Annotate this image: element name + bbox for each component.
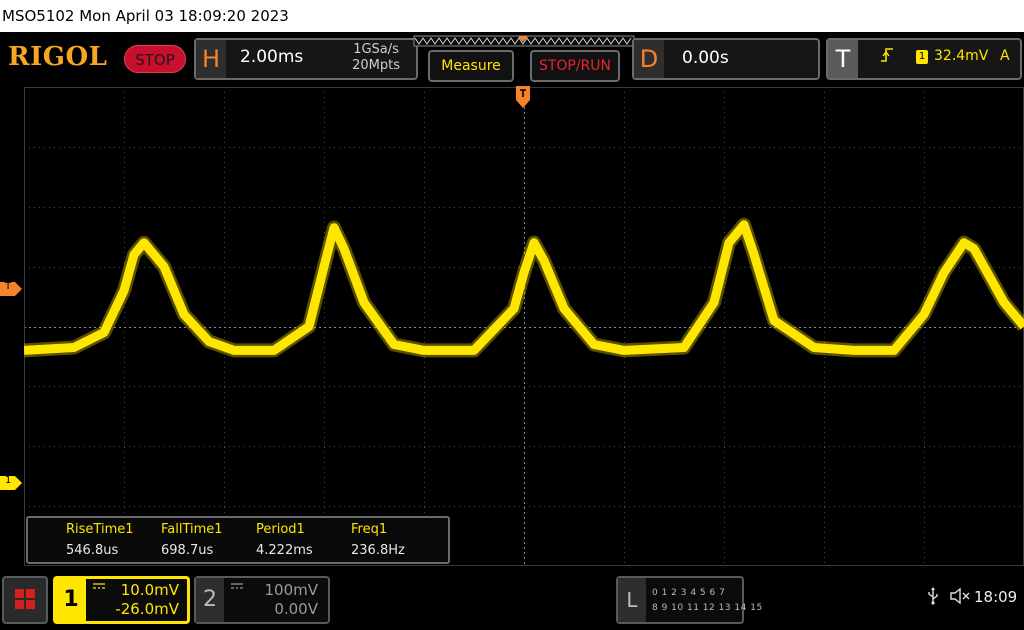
channel2-scale: 100mV [264, 581, 318, 599]
trigger-letter: T [828, 40, 858, 78]
dc-coupling-icon [93, 583, 105, 589]
digital-channels-row-2: 8 9 10 11 12 13 14 15 [652, 603, 763, 613]
channel1-number: 1 [56, 579, 86, 621]
run-status-badge[interactable]: STOP [124, 45, 186, 73]
trigger-source: 1 [916, 50, 928, 64]
measurement-item: RiseTime1 546.8us [66, 522, 134, 558]
measurement-item: Freq1 236.8Hz [351, 522, 405, 558]
trigger-mode: A [1000, 48, 1010, 64]
measurement-name: RiseTime1 [66, 522, 134, 537]
horizontal-letter: H [196, 40, 226, 78]
waveform-chart [24, 87, 1024, 566]
acquisition-info: 1GSa/s 20Mpts [352, 42, 400, 74]
measurement-item: Period1 4.222ms [256, 522, 313, 558]
rising-edge-icon [881, 48, 893, 62]
graticule [24, 87, 1024, 566]
channel2-number: 2 [196, 578, 224, 622]
delay-letter: D [634, 40, 664, 78]
measurement-name: Period1 [256, 522, 305, 537]
stop-run-button[interactable]: STOP/RUN [530, 50, 620, 82]
trigger-level: 32.4mV [934, 48, 989, 64]
logic-analyzer-panel[interactable]: L 0 1 2 3 4 5 6 7 8 9 10 11 12 13 14 15 [616, 576, 762, 624]
bottom-bar: 1 10.0mV -26.0mV 2 100mV 0.00V L 0 1 2 3… [0, 571, 1024, 630]
measurement-value: 4.222ms [256, 543, 313, 558]
timebase-value: 2.00ms [240, 47, 304, 67]
trigger-level-marker[interactable]: T [0, 281, 22, 296]
trigger-position-marker[interactable] [516, 86, 530, 108]
logic-letter: L [618, 578, 646, 622]
menu-grid-icon [26, 600, 35, 609]
measurement-name: FallTime1 [161, 522, 223, 537]
trigger-panel[interactable]: T 1 32.4mV A [826, 38, 1022, 80]
trigger-level-marker-label: T [5, 281, 12, 292]
waveform-display[interactable] [24, 87, 1024, 566]
channel1-offset: -26.0mV [115, 600, 179, 618]
measurement-value: 698.7us [161, 543, 214, 558]
main-menu-button[interactable] [2, 576, 48, 624]
measurement-name: Freq1 [351, 522, 388, 537]
channel1-offset-marker[interactable]: 1 [0, 475, 22, 490]
brand-logo: RIGOL [8, 42, 108, 72]
channel2-panel[interactable]: 2 100mV 0.00V [194, 576, 330, 624]
system-clock: 18:09 [974, 588, 1018, 606]
digital-channels-row-1: 0 1 2 3 4 5 6 7 [652, 588, 726, 598]
channel2-offset: 0.00V [274, 600, 318, 618]
window-title: MSO5102 Mon April 03 18:09:20 2023 [0, 0, 1024, 32]
measure-button[interactable]: Measure [428, 50, 514, 82]
measurement-value: 546.8us [66, 543, 119, 558]
top-toolbar: RIGOL STOP H 2.00ms 1GSa/s 20Mpts Measur… [0, 32, 1024, 84]
channel1-marker-label: 1 [5, 475, 12, 486]
measurement-item: FallTime1 698.7us [161, 522, 223, 558]
usb-icon [928, 587, 938, 605]
delay-value: 0.00s [682, 48, 729, 68]
memory-depth: 20Mpts [352, 58, 400, 73]
sample-rate: 1GSa/s [353, 42, 399, 57]
menu-grid-icon [15, 589, 24, 598]
menu-grid-icon [26, 589, 35, 598]
menu-grid-icon [15, 600, 24, 609]
horizontal-panel[interactable]: H 2.00ms 1GSa/s 20Mpts [194, 38, 418, 80]
memory-position-strip [413, 35, 635, 47]
measurement-value: 236.8Hz [351, 543, 405, 558]
measurement-panel[interactable]: RiseTime1 546.8us FallTime1 698.7us Peri… [26, 516, 450, 564]
dc-coupling-icon [231, 583, 243, 589]
channel1-panel[interactable]: 1 10.0mV -26.0mV [53, 576, 190, 624]
delay-panel[interactable]: D 0.00s [632, 38, 820, 80]
speaker-muted-icon[interactable] [950, 587, 972, 605]
channel1-scale: 10.0mV [120, 581, 179, 599]
